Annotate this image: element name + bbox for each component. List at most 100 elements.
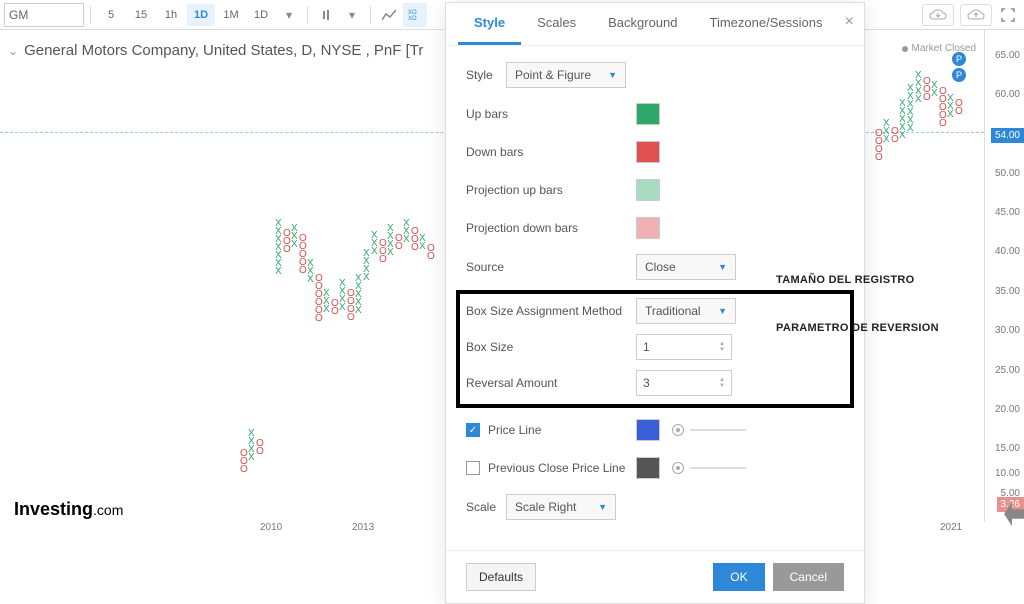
pnf-column: OO [256,440,264,456]
timeframe-1d[interactable]: 1D [187,4,215,26]
price-tick: 65.00 [995,50,1020,61]
highlight-box: Box Size Assignment Method Traditional ▼… [456,290,854,408]
settings-dialog: Style Scales Background Timezone/Session… [445,2,865,604]
symbol-input[interactable] [4,3,84,27]
tab-background[interactable]: Background [592,3,693,45]
box-method-dropdown[interactable]: Traditional ▼ [636,298,736,324]
pnf-column: OOO [240,450,248,474]
pnf-column: OOOOO [939,88,947,128]
source-dropdown[interactable]: Close ▼ [636,254,736,280]
row-proj-down: Projection down bars [466,216,844,240]
row-box-size: Box Size 1 ▲▼ [466,334,844,360]
style-dropdown[interactable]: Point & Figure ▼ [506,62,626,88]
row-reversal: Reversal Amount 3 ▲▼ [466,370,844,396]
price-line-thickness[interactable] [672,424,746,436]
scale-dropdown[interactable]: Scale Right ▼ [506,494,616,520]
pnf-column: OO [331,300,339,316]
dialog-tabs: Style Scales Background Timezone/Session… [446,3,864,46]
pnf-column: XXX [323,290,331,314]
cancel-button[interactable]: Cancel [773,563,844,591]
price-line-color[interactable] [636,419,660,441]
price-tick: 10.00 [995,468,1020,479]
price-badge: 54.00 [991,128,1024,143]
chart-title-text: General Motors Company, United States, D… [24,42,423,59]
spinner-icon[interactable]: ▲▼ [719,377,725,389]
prev-close-color[interactable] [636,457,660,479]
time-tick: 2010 [260,522,282,533]
style-label: Style [466,68,506,82]
chevron-down-icon[interactable]: ▾ [340,3,364,27]
pnf-column: XXXXXXX [275,220,283,276]
collapse-icon[interactable]: ⌄ [8,44,18,58]
tab-style[interactable]: Style [458,3,521,45]
scale-value: Scale Right [515,500,576,514]
divider [307,6,308,24]
prev-close-checkbox[interactable] [466,461,480,475]
spinner-icon[interactable]: ▲▼ [719,341,725,353]
slider-knob-icon[interactable] [672,424,684,436]
tab-timezone[interactable]: Timezone/Sessions [694,3,839,45]
slider-track[interactable] [690,467,746,469]
down-bars-color[interactable] [636,141,660,163]
price-tick: 25.00 [995,365,1020,376]
row-box-method: Box Size Assignment Method Traditional ▼ [466,298,844,324]
chevron-down-icon: ▼ [598,502,607,512]
up-bars-color[interactable] [636,103,660,125]
pnf-column: OO [955,100,963,116]
divider [370,6,371,24]
prev-close-label: Previous Close Price Line [488,461,636,475]
proj-up-color[interactable] [636,179,660,201]
timeframe-1h[interactable]: 1h [157,4,185,26]
pnf-column: OOO [379,240,387,264]
proj-up-label: Projection up bars [466,183,636,197]
pnf-column: OOOOOO [315,275,323,323]
pnf-column: XX [931,82,939,98]
candle-icon[interactable] [314,3,338,27]
timeframe-1m[interactable]: 1M [217,4,245,26]
ok-button[interactable]: OK [713,563,764,591]
box-size-label: Box Size [466,340,636,354]
divider [90,6,91,24]
prev-close-thickness[interactable] [672,462,746,474]
investing-logo: Investing.com [14,499,123,520]
timeframe-5[interactable]: 5 [97,4,125,26]
annotation-parametro: PARAMETRO DE REVERSION [776,322,939,334]
line-chart-icon[interactable] [377,3,401,27]
box-method-label: Box Size Assignment Method [466,304,636,318]
defaults-button[interactable]: Defaults [466,563,536,591]
market-status: Market Closed [902,43,976,54]
pnf-column: OOOO [875,130,883,162]
pnf-icon[interactable]: XOXO [403,3,427,27]
tab-scales[interactable]: Scales [521,3,592,45]
pnf-column: XXXX [363,250,371,282]
status-dot-icon [902,46,908,52]
timeframe-15[interactable]: 15 [127,4,155,26]
proj-down-color[interactable] [636,217,660,239]
cloud-download-icon[interactable] [922,4,954,26]
pnf-column: OOOOO [299,235,307,275]
price-tick: 40.00 [995,246,1020,257]
close-icon[interactable]: × [845,13,854,31]
p-badge: P [952,68,966,82]
slider-knob-icon[interactable] [672,462,684,474]
row-down-bars: Down bars [466,140,844,164]
row-price-line: ✓ Price Line [466,418,844,442]
pnf-column: XXXXX [355,275,363,315]
pnf-column: XXXX [248,430,256,462]
box-size-input[interactable]: 1 ▲▼ [636,334,732,360]
reversal-input[interactable]: 3 ▲▼ [636,370,732,396]
price-tick: 60.00 [995,89,1020,100]
chevron-down-icon: ▼ [718,262,727,272]
style-value: Point & Figure [515,68,591,82]
dialog-footer: Defaults OK Cancel [446,550,864,603]
price-tick: 20.00 [995,404,1020,415]
price-line-checkbox[interactable]: ✓ [466,423,480,437]
price-tick: 50.00 [995,168,1020,179]
slider-track[interactable] [690,429,746,431]
pnf-column: XXXX [339,280,347,312]
cloud-upload-icon[interactable] [960,4,992,26]
timeframe-1d-alt[interactable]: 1D [247,4,275,26]
chevron-down-icon[interactable]: ▾ [277,3,301,27]
fullscreen-icon[interactable] [996,3,1020,27]
time-tick: 2021 [940,522,962,533]
